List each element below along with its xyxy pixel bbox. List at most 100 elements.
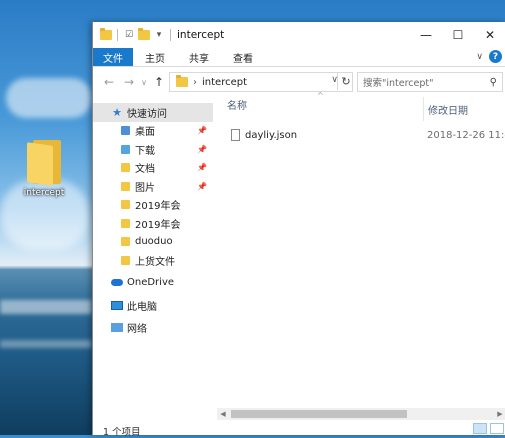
desktop-folder-icon bbox=[119, 125, 131, 136]
desktop-folder-intercept[interactable]: intercept bbox=[18, 140, 70, 198]
folder-icon bbox=[119, 236, 131, 247]
pin-icon[interactable]: 📌 bbox=[197, 163, 207, 172]
navigation-bar: ← → ∨ ↑ › intercept ∨ ↻ 搜索"intercept" ⚲ bbox=[93, 67, 505, 97]
column-headers: ^ 名称 修改日期 bbox=[217, 91, 505, 121]
download-folder-icon bbox=[119, 144, 131, 155]
sidebar-item-onedrive[interactable]: OneDrive bbox=[93, 274, 213, 293]
sidebar-item-label: 2019年会 bbox=[135, 219, 181, 231]
tab-file[interactable]: 文件 bbox=[93, 48, 133, 66]
quick-access-toolbar: ☑ ▾ bbox=[93, 28, 173, 41]
file-modified-date: 2018-12-26 11:44 bbox=[427, 129, 505, 141]
folder-icon bbox=[119, 255, 131, 266]
sidebar-item-label: 上货文件 bbox=[135, 256, 175, 268]
explorer-body: ★ 快速访问 桌面 📌 下载 📌 文档 📌 图片 📌 2019年会 2019年会… bbox=[93, 91, 505, 423]
column-header-date[interactable]: 修改日期 bbox=[423, 97, 468, 121]
forward-arrow-icon[interactable]: → bbox=[119, 75, 139, 89]
search-input[interactable]: 搜索"intercept" bbox=[358, 75, 490, 89]
back-arrow-icon[interactable]: ← bbox=[99, 75, 119, 89]
help-icon[interactable]: ? bbox=[489, 50, 502, 63]
desktop-folder-label: intercept bbox=[23, 188, 65, 198]
maximize-button[interactable]: ☐ bbox=[442, 22, 474, 48]
json-file-icon bbox=[231, 129, 240, 141]
tab-share[interactable]: 共享 bbox=[177, 50, 221, 65]
customize-dropdown-icon[interactable]: ▾ bbox=[153, 29, 165, 41]
item-count: 1 个项目 bbox=[103, 427, 141, 438]
pin-icon[interactable]: 📌 bbox=[197, 145, 207, 154]
pictures-folder-icon bbox=[119, 181, 131, 192]
sidebar-item-downloads[interactable]: 下载 📌 bbox=[93, 140, 213, 159]
sidebar-item-network[interactable]: 网络 bbox=[93, 319, 213, 338]
pin-icon[interactable]: 📌 bbox=[197, 182, 207, 191]
close-button[interactable]: ✕ bbox=[474, 22, 505, 48]
address-bar[interactable]: › intercept ∨ ↻ bbox=[169, 72, 353, 92]
window-controls: — ☐ ✕ bbox=[410, 22, 505, 48]
onedrive-icon bbox=[111, 277, 123, 288]
sidebar-item-pictures[interactable]: 图片 📌 bbox=[93, 177, 213, 196]
folder-icon bbox=[176, 75, 188, 87]
recent-dropdown-icon[interactable]: ∨ bbox=[139, 78, 149, 87]
sort-arrow-icon: ^ bbox=[317, 91, 324, 100]
sidebar-item-label: 2019年会 bbox=[135, 201, 181, 213]
tab-view[interactable]: 查看 bbox=[221, 50, 265, 65]
properties-icon[interactable]: ☑ bbox=[123, 29, 135, 41]
file-list: ^ 名称 修改日期 dayliy.json 2018-12-26 11:44 bbox=[217, 91, 505, 423]
sidebar-item-label: 网络 bbox=[127, 324, 147, 336]
scroll-left-icon[interactable]: ◀ bbox=[217, 408, 229, 420]
folder-icon bbox=[100, 28, 112, 40]
wallpaper-cloud bbox=[6, 78, 92, 118]
sidebar-item-label: 文档 bbox=[135, 164, 155, 176]
breadcrumb-current[interactable]: intercept bbox=[202, 77, 247, 88]
scroll-right-icon[interactable]: ▶ bbox=[494, 408, 505, 420]
sidebar-item-desktop[interactable]: 桌面 📌 bbox=[93, 122, 213, 141]
sidebar-item-label: 快速访问 bbox=[127, 108, 167, 120]
navigation-pane: ★ 快速访问 桌面 📌 下载 📌 文档 📌 图片 📌 2019年会 2019年会… bbox=[93, 103, 213, 423]
pin-icon[interactable]: 📌 bbox=[197, 126, 207, 135]
wallpaper-surf bbox=[0, 340, 92, 348]
column-header-name[interactable]: 名称 bbox=[227, 97, 247, 112]
sidebar-item-label: 下载 bbox=[135, 145, 155, 157]
details-view-icon[interactable] bbox=[473, 423, 487, 434]
breadcrumb-chevron-icon[interactable]: › bbox=[193, 77, 197, 88]
sidebar-item-2019-meeting[interactable]: 2019年会 bbox=[93, 196, 213, 215]
minimize-button[interactable]: — bbox=[410, 22, 442, 48]
large-icons-view-icon[interactable] bbox=[490, 423, 504, 434]
view-switcher bbox=[473, 423, 504, 434]
sidebar-item-label: duoduo bbox=[135, 236, 173, 248]
sidebar-item-quick-access[interactable]: ★ 快速访问 bbox=[93, 103, 213, 122]
file-row[interactable]: dayliy.json 2018-12-26 11:44 bbox=[217, 125, 505, 145]
new-folder-icon[interactable] bbox=[138, 28, 150, 40]
folder-icon bbox=[119, 218, 131, 229]
scrollbar-thumb[interactable] bbox=[231, 410, 407, 418]
folder-icon bbox=[27, 140, 61, 186]
search-box[interactable]: 搜索"intercept" ⚲ bbox=[357, 72, 503, 92]
divider bbox=[117, 29, 118, 41]
sidebar-item-label: 此电脑 bbox=[127, 301, 157, 313]
status-bar: 1 个项目 bbox=[93, 423, 505, 438]
expand-ribbon-icon[interactable]: ∨ bbox=[476, 52, 483, 62]
sidebar-item-this-pc[interactable]: 此电脑 bbox=[93, 296, 213, 315]
sidebar-item-label: 图片 bbox=[135, 182, 155, 194]
tab-home[interactable]: 主页 bbox=[133, 50, 177, 65]
refresh-icon[interactable]: ↻ bbox=[337, 72, 354, 90]
sidebar-item-documents[interactable]: 文档 📌 bbox=[93, 159, 213, 178]
sidebar-item-duoduo[interactable]: duoduo bbox=[93, 233, 213, 252]
wallpaper-surf bbox=[0, 300, 92, 314]
search-icon: ⚲ bbox=[489, 76, 497, 88]
this-pc-icon bbox=[111, 300, 123, 311]
divider bbox=[170, 29, 171, 41]
sidebar-item-upload-files[interactable]: 上货文件 bbox=[93, 251, 213, 270]
sidebar-item-label: OneDrive bbox=[127, 277, 175, 289]
horizontal-scrollbar[interactable]: ◀ ▶ bbox=[217, 408, 505, 420]
file-name: dayliy.json bbox=[245, 129, 298, 141]
star-icon: ★ bbox=[112, 105, 122, 119]
sidebar-item-label: 桌面 bbox=[135, 127, 155, 139]
title-bar: ☑ ▾ intercept — ☐ ✕ bbox=[93, 22, 505, 48]
up-arrow-icon[interactable]: ↑ bbox=[149, 75, 169, 89]
folder-icon bbox=[119, 199, 131, 210]
file-explorer-window: ☑ ▾ intercept — ☐ ✕ 文件 主页 共享 查看 ∨ ? ← → … bbox=[92, 22, 505, 438]
sidebar-item-2019-meeting[interactable]: 2019年会 bbox=[93, 214, 213, 233]
documents-folder-icon bbox=[119, 162, 131, 173]
window-title: intercept bbox=[177, 29, 225, 41]
ribbon-right: ∨ ? bbox=[476, 50, 502, 63]
network-icon bbox=[111, 322, 123, 333]
